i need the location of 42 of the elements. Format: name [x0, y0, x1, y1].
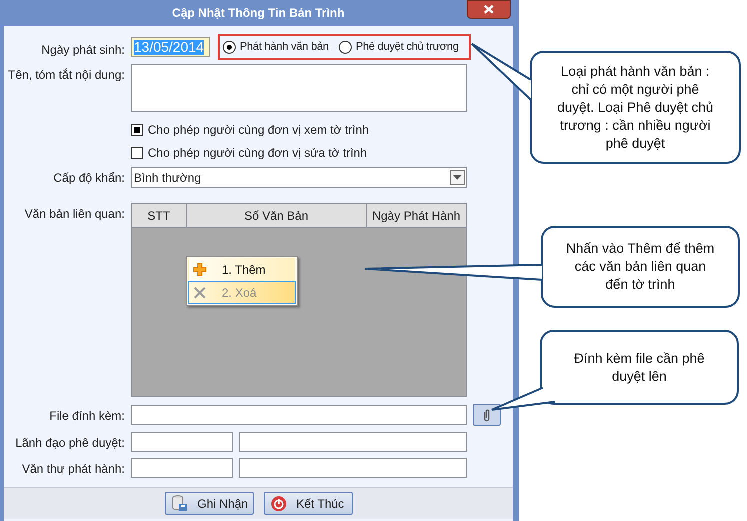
- checkbox-option[interactable]: Cho phép người cùng đơn vị sửa tờ trình: [131, 144, 368, 162]
- close-button[interactable]: [467, 0, 511, 19]
- urgency-dropdown[interactable]: Bình thường: [131, 167, 467, 188]
- checkbox[interactable]: [131, 124, 143, 136]
- approver-code-field[interactable]: [131, 432, 233, 452]
- approver-name-field[interactable]: [239, 432, 467, 452]
- column-header: Ngày Phát Hành: [371, 208, 462, 224]
- menu-item[interactable]: 1. Thêm: [188, 258, 296, 281]
- callout-pointer: [471, 43, 532, 101]
- column-header: Số Văn Bản: [187, 204, 367, 227]
- field-label: Lãnh đạo phê duyệt:: [16, 435, 125, 452]
- attach-button[interactable]: [473, 404, 501, 426]
- window-title: Cập Nhật Thông Tin Bản Trình: [172, 5, 345, 22]
- radio-option[interactable]: Phê duyệt chủ trương: [338, 38, 459, 56]
- radio-button[interactable]: [223, 40, 236, 54]
- field-label: Cấp độ khẩn:: [54, 170, 125, 187]
- radio-button[interactable]: [338, 40, 352, 54]
- field-label: Văn thư phát hành:: [22, 461, 125, 478]
- checkbox[interactable]: [131, 147, 143, 159]
- exit-button[interactable]: Kết Thúc: [264, 492, 352, 515]
- field-label: Ngày phát sinh:: [42, 42, 125, 59]
- plus-icon: [193, 262, 207, 276]
- cross-icon: [193, 286, 207, 300]
- attachment-field[interactable]: [131, 405, 467, 425]
- content-field[interactable]: [131, 64, 467, 112]
- callout-pointer: [491, 387, 556, 411]
- power-icon: [270, 496, 286, 512]
- clerk-code-field[interactable]: [131, 458, 233, 478]
- callout-bubble: Loại phát hành văn bản : chỉ có một người phê duyệt. Loại Phê duyệt chủ trương : cần nhiều người phê duyệt: [530, 51, 741, 164]
- field-label: Tên, tóm tắt nội dung:: [8, 67, 125, 84]
- clerk-name-field[interactable]: [239, 458, 467, 478]
- paperclip-icon: [483, 408, 491, 422]
- close-icon: [484, 5, 494, 14]
- checkbox-option[interactable]: Cho phép người cùng đơn vị xem tờ trình: [131, 121, 370, 139]
- column-header: STT: [132, 204, 187, 227]
- database-save-icon: [172, 495, 188, 512]
- callout-bubble: Đính kèm file cần phê duyệt lên: [540, 330, 739, 405]
- field-label: File đính kèm:: [50, 408, 125, 425]
- field-label: Văn bản liên quan:: [24, 206, 125, 223]
- callout-bubble: Nhấn vào Thêm để thêm các văn bản liên quan đến tờ trình: [541, 226, 740, 308]
- save-button[interactable]: Ghi Nhận: [164, 492, 254, 515]
- radio-option[interactable]: Phát hành văn bản: [223, 38, 329, 56]
